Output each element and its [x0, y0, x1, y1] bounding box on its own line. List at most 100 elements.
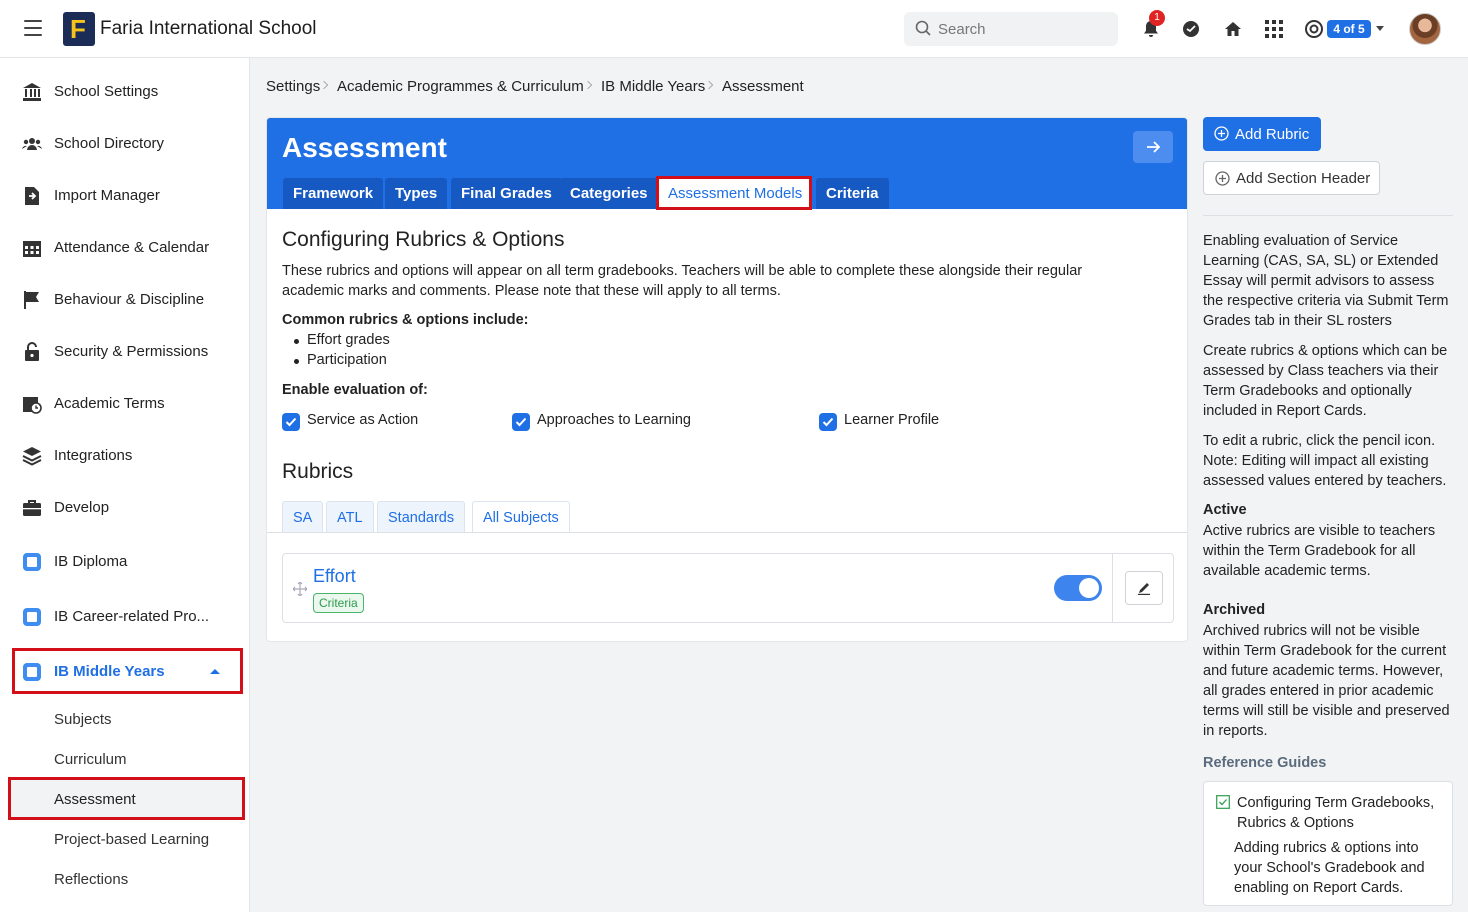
reference-guide-card[interactable]: Configuring Term Gradebooks, Rubrics & O…: [1203, 781, 1453, 906]
breadcrumb-settings[interactable]: Settings: [266, 78, 320, 95]
avatar[interactable]: [1409, 13, 1441, 45]
sidebar-subitem-subjects[interactable]: Subjects: [54, 711, 112, 728]
add-rubric-button[interactable]: Add Rubric: [1203, 117, 1321, 151]
home-icon[interactable]: [1222, 18, 1244, 40]
sidebar-item-security-permissions[interactable]: Security & Permissions: [0, 332, 250, 372]
sidebar-item-attendance-calendar[interactable]: Attendance & Calendar: [0, 228, 250, 268]
sidebar-item-label: Academic Terms: [54, 395, 165, 412]
school-name[interactable]: Faria International School: [100, 18, 317, 40]
archived-text: Archived rubrics will not be visible wit…: [1203, 623, 1450, 739]
learner-profile-checkbox[interactable]: [819, 413, 837, 431]
sidebar-item-academic-terms[interactable]: Academic Terms: [0, 384, 250, 424]
sidebar-item-ib-career-related[interactable]: IB Career-related Pro...: [0, 597, 250, 637]
highlight-box-ib-middle-years: [12, 648, 243, 694]
chat-icon[interactable]: [1180, 18, 1202, 40]
rubric-active-toggle[interactable]: [1054, 575, 1102, 601]
sidebar-item-label: School Settings: [54, 83, 159, 100]
reference-guide-description: Adding rubrics & options into your Schoo…: [1234, 840, 1425, 896]
reference-guide-title[interactable]: Configuring Term Gradebooks, Rubrics & O…: [1237, 793, 1449, 833]
sidebar-item-label: Behaviour & Discipline: [54, 291, 205, 308]
plus-circle-icon: [1214, 126, 1229, 141]
checkbox-label[interactable]: Learner Profile: [844, 412, 939, 428]
tab-types[interactable]: Types: [385, 178, 448, 209]
checkbox-label[interactable]: Service as Action: [307, 412, 418, 428]
sidebar-subitem-curriculum[interactable]: Curriculum: [54, 751, 127, 768]
list-item: Effort grades: [294, 332, 390, 348]
reference-guides-heading: Reference Guides: [1203, 755, 1327, 771]
drag-handle-icon[interactable]: [293, 582, 307, 596]
tab-framework[interactable]: Framework: [283, 178, 384, 209]
sidebar-item-label: Security & Permissions: [54, 343, 209, 360]
check-icon: [285, 417, 297, 427]
tab-atl[interactable]: ATL: [326, 501, 374, 532]
sidebar-item-label: IB Career-related Pro...: [54, 608, 210, 625]
sidebar-item-school-settings[interactable]: School Settings: [0, 72, 250, 112]
menu-icon[interactable]: [24, 20, 42, 36]
sidebar-item-import-manager[interactable]: Import Manager: [0, 176, 250, 216]
sidebar-item-integrations[interactable]: Integrations: [0, 436, 250, 476]
sidebar-subitem-project-based-learning[interactable]: Project-based Learning: [54, 831, 209, 848]
rubrics-title: Rubrics: [282, 460, 354, 483]
help-text-create-rubrics: Create rubrics & options which can be as…: [1203, 343, 1448, 419]
sidebar-item-develop[interactable]: Develop: [0, 488, 250, 528]
tab-categories[interactable]: Categories: [560, 178, 658, 209]
breadcrumb-separator-icon: [583, 80, 593, 90]
ib-cp-icon: [23, 608, 41, 626]
calendar-clock-icon: [23, 397, 42, 414]
file-import-icon: [25, 187, 39, 205]
next-arrow-button[interactable]: [1133, 131, 1173, 163]
flag-icon: [24, 291, 39, 309]
sidebar-item-label: Develop: [54, 499, 110, 516]
pagination-pill[interactable]: 4 of 5: [1327, 20, 1371, 38]
tab-all-subjects[interactable]: All Subjects: [472, 501, 570, 532]
breadcrumb-assessment: Assessment: [722, 78, 804, 95]
sidebar-subitem-assessment-active[interactable]: Assessment: [54, 791, 136, 808]
archived-heading: Archived: [1203, 602, 1266, 618]
users-icon: [22, 138, 42, 150]
plus-circle-icon: [1215, 171, 1230, 186]
search-icon: [915, 20, 931, 36]
active-text: Active rubrics are visible to teachers w…: [1203, 523, 1436, 579]
breadcrumb-ib-middle-years[interactable]: IB Middle Years: [601, 78, 705, 95]
approaches-to-learning-checkbox[interactable]: [512, 413, 530, 431]
school-logo[interactable]: F: [63, 12, 95, 46]
sidebar-subitem-reflections[interactable]: Reflections: [54, 871, 128, 888]
highlight-box-assessment-models: [656, 176, 812, 210]
check-icon: [822, 417, 834, 427]
search-input[interactable]: [938, 17, 1108, 41]
common-rubrics-label: Common rubrics & options include:: [282, 312, 529, 328]
layers-icon: [22, 447, 42, 466]
sidebar-item-label: Integrations: [54, 447, 133, 464]
tab-sa[interactable]: SA: [282, 501, 324, 532]
edit-rubric-button[interactable]: [1125, 571, 1163, 605]
help-text-edit-rubric: To edit a rubric, click the pencil icon.…: [1203, 433, 1447, 489]
arrow-right-icon: [1147, 141, 1161, 153]
add-section-header-label: Add Section Header: [1236, 169, 1371, 187]
checklist-icon: [1216, 795, 1230, 809]
tab-standards[interactable]: Standards: [377, 501, 466, 532]
calendar-icon: [23, 241, 41, 257]
rubric-name-link[interactable]: Effort: [313, 566, 356, 587]
service-as-action-checkbox[interactable]: [282, 413, 300, 431]
breadcrumb-separator-icon: [319, 80, 329, 90]
breadcrumb-separator-icon: [704, 80, 714, 90]
sidebar-item-behaviour-discipline[interactable]: Behaviour & Discipline: [0, 280, 250, 320]
ib-dp-icon: [23, 553, 41, 571]
section-title: Configuring Rubrics & Options: [282, 228, 565, 251]
logo-letter: F: [70, 14, 86, 44]
sidebar-item-label: IB Diploma: [54, 553, 128, 570]
add-section-header-button[interactable]: Add Section Header: [1203, 161, 1380, 195]
sidebar-item-ib-diploma[interactable]: IB Diploma: [0, 542, 250, 582]
apps-grid-icon[interactable]: [1263, 18, 1285, 40]
lock-icon: [25, 342, 39, 361]
tab-final-grades[interactable]: Final Grades: [451, 178, 562, 209]
breadcrumb-academic-programmes[interactable]: Academic Programmes & Curriculum: [337, 78, 584, 95]
sidebar-item-label: Import Manager: [54, 187, 160, 204]
chevron-down-icon[interactable]: [1376, 26, 1384, 31]
help-lifebuoy-icon[interactable]: [1303, 18, 1325, 40]
rubric-type-tag: Criteria: [313, 593, 364, 613]
top-bar: F Faria International School 1 4 of 5: [0, 0, 1468, 58]
checkbox-label[interactable]: Approaches to Learning: [537, 412, 691, 428]
sidebar-item-school-directory[interactable]: School Directory: [0, 124, 250, 164]
tab-criteria[interactable]: Criteria: [816, 178, 889, 209]
